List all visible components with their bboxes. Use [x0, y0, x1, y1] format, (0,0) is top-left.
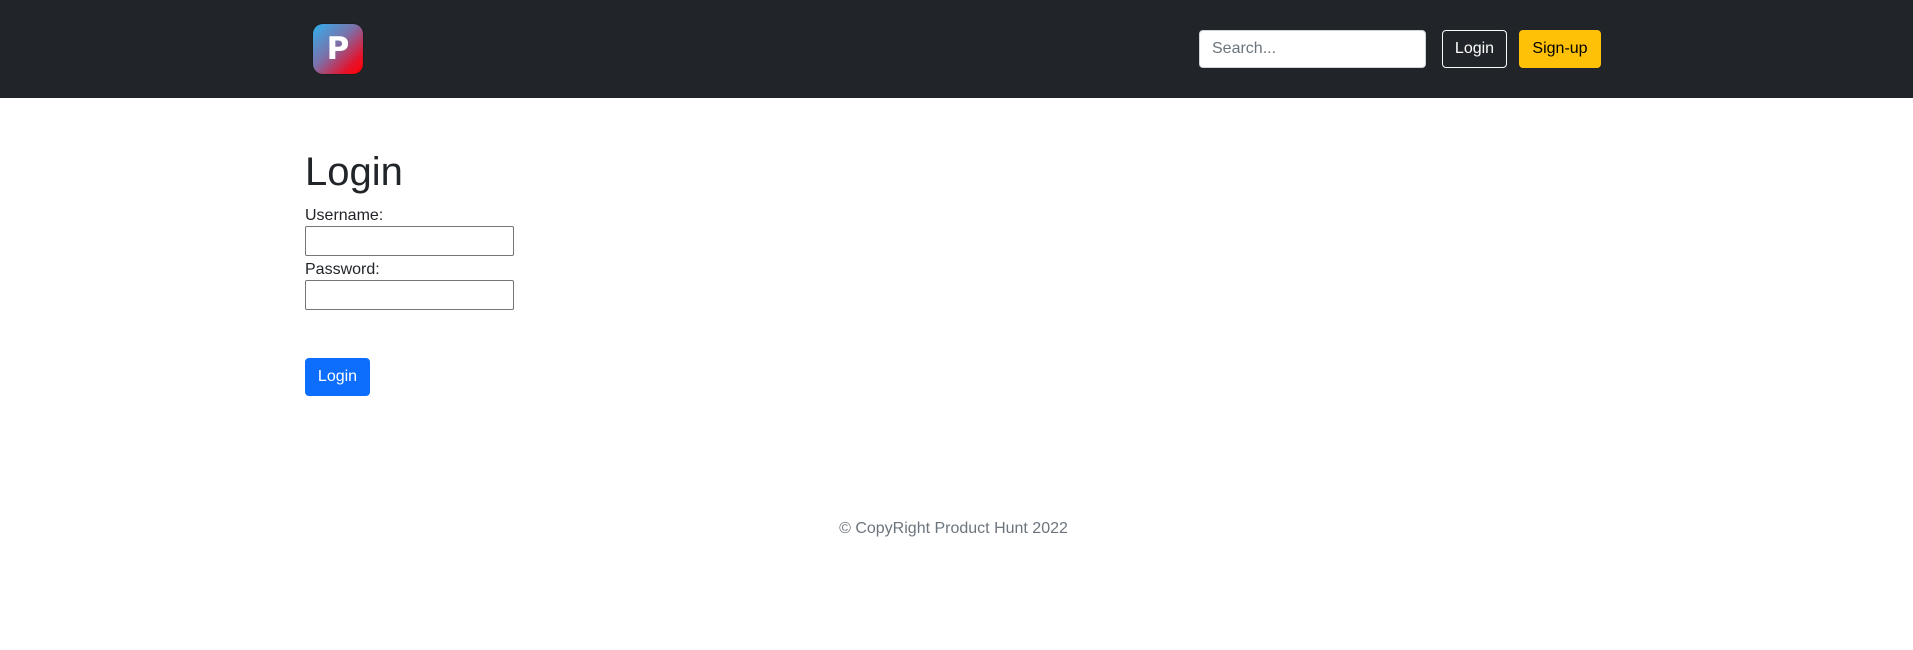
search-input[interactable]	[1199, 30, 1426, 68]
username-field[interactable]	[305, 226, 514, 256]
password-field[interactable]	[305, 280, 514, 310]
brand-logo-letter: P	[326, 31, 350, 67]
footer-copyright: © CopyRight Product Hunt 2022	[839, 520, 1068, 537]
nav-login-button[interactable]: Login	[1442, 30, 1507, 68]
password-label: Password:	[305, 261, 380, 278]
page-title: Login	[305, 150, 403, 194]
brand-logo-icon[interactable]: P	[313, 24, 363, 74]
username-label: Username:	[305, 207, 384, 224]
signup-button[interactable]: Sign-up	[1519, 30, 1601, 68]
navbar: P Login Sign-up	[0, 0, 1913, 98]
login-submit-button[interactable]: Login	[305, 358, 370, 396]
